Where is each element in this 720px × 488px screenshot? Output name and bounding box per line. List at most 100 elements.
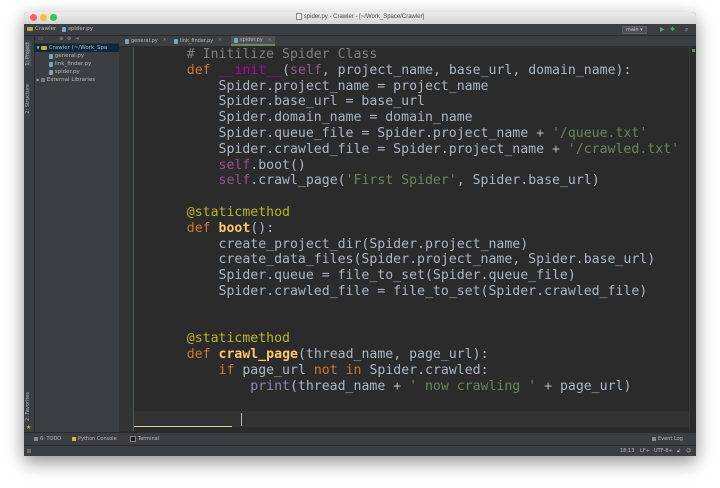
project-view-icon[interactable]: ▭ bbox=[38, 36, 43, 42]
project-panel: ▭ ⊕ ⚙ ⇥ ▼ Crawler (~/Work_Spa general.py… bbox=[35, 36, 120, 432]
tree-root[interactable]: ▼ Crawler (~/Work_Spa bbox=[35, 44, 119, 52]
code-editor[interactable]: # Initilize Spider Class def __init__(se… bbox=[134, 47, 696, 431]
indent-guide bbox=[134, 426, 232, 427]
code-line[interactable]: Spider.crawled_file = file_to_set(Spider… bbox=[155, 284, 679, 300]
code-line[interactable]: self.boot() bbox=[155, 158, 679, 174]
code-line[interactable]: Spider.queue = file_to_set(Spider.queue_… bbox=[155, 268, 679, 284]
lock-icon[interactable]: 🔓︎ bbox=[677, 448, 680, 454]
library-icon bbox=[41, 78, 45, 82]
window-title: spider.py - Crawler - [~/Work_Space/Craw… bbox=[303, 14, 425, 21]
code-line[interactable]: def crawl_page(thread_name, page_url): bbox=[155, 347, 679, 363]
event-log-button[interactable]: Event Log bbox=[652, 436, 683, 442]
file-icon bbox=[295, 13, 302, 20]
python-console-label: Python Console bbox=[78, 436, 117, 442]
event-log-icon bbox=[652, 437, 656, 441]
terminal-button[interactable]: Terminal bbox=[130, 436, 159, 442]
code-line[interactable]: @staticmethod bbox=[155, 205, 679, 221]
folder-icon bbox=[27, 27, 33, 31]
code-line[interactable]: create_project_dir(Spider.project_name) bbox=[155, 237, 679, 253]
editor-gutter[interactable] bbox=[119, 47, 134, 431]
search-icon[interactable]: ⌕ bbox=[685, 26, 688, 33]
close-icon[interactable]: ✕ bbox=[218, 36, 222, 46]
breadcrumb-project[interactable]: Crawler bbox=[27, 26, 56, 32]
bug-icon[interactable]: ✱ bbox=[670, 26, 675, 33]
code-line[interactable]: print(thread_name + ' now crawling ' + p… bbox=[155, 379, 679, 395]
code-line[interactable] bbox=[155, 300, 679, 316]
code-line[interactable]: Spider.domain_name = domain_name bbox=[155, 110, 679, 126]
sync-icon[interactable]: ⊕ bbox=[59, 36, 63, 42]
tree-external-libraries[interactable]: ▶ External Libraries bbox=[35, 76, 119, 84]
left-tool-strip: 1: Project 2: Structure 2: Favorites ★ bbox=[24, 36, 35, 432]
breadcrumb-project-label: Crawler bbox=[35, 26, 57, 32]
tool-windows-icon[interactable] bbox=[27, 449, 31, 453]
tree-file-general[interactable]: general.py bbox=[35, 52, 119, 60]
terminal-label: Terminal bbox=[138, 436, 160, 442]
star-icon: ★ bbox=[26, 424, 32, 431]
code-line[interactable]: Spider.project_name = project_name bbox=[155, 79, 679, 95]
breadcrumb-file-label: spider.py bbox=[68, 26, 94, 32]
bottom-tool-bar: 6: TODO Python Console Terminal Event Lo… bbox=[24, 432, 696, 446]
close-icon[interactable]: ✕ bbox=[268, 36, 272, 45]
tree-file-label: general.py bbox=[54, 53, 85, 59]
todo-icon bbox=[34, 437, 38, 441]
ok-status-icon bbox=[692, 49, 695, 52]
code-line[interactable]: self.crawl_page('First Spider', Spider.b… bbox=[155, 173, 679, 189]
code-line[interactable] bbox=[155, 395, 679, 411]
run-configuration-select[interactable]: main ▾ bbox=[622, 26, 647, 34]
inspector-icon[interactable]: ☺︎ bbox=[686, 448, 691, 454]
tree-external-label: External Libraries bbox=[46, 77, 96, 83]
tab-structure[interactable]: 2: Structure bbox=[25, 84, 31, 114]
editor-tabs: general.py ✕ link_finder.py ✕ spider.py … bbox=[119, 36, 696, 47]
text-caret bbox=[241, 413, 242, 426]
file-encoding[interactable]: UTF-8÷ bbox=[654, 448, 673, 454]
tab-project[interactable]: 1: Project bbox=[25, 42, 31, 66]
current-line-highlight bbox=[134, 411, 696, 427]
code-line[interactable]: def boot(): bbox=[155, 221, 679, 237]
tab-spider-py[interactable]: spider.py ✕ bbox=[231, 36, 275, 46]
code-line[interactable]: @staticmethod bbox=[155, 331, 679, 347]
run-config-label: main bbox=[626, 27, 639, 33]
collapse-icon[interactable]: ⇥ bbox=[75, 36, 79, 42]
tree-file-link-finder[interactable]: link_finder.py bbox=[35, 60, 119, 68]
tab-label: general.py bbox=[131, 38, 158, 44]
code-line[interactable]: Spider.base_url = base_url bbox=[155, 94, 679, 110]
project-toolbar: ▭ ⊕ ⚙ ⇥ bbox=[35, 36, 119, 44]
code-text[interactable]: # Initilize Spider Class def __init__(se… bbox=[155, 47, 679, 410]
python-file-icon bbox=[49, 69, 53, 75]
code-line[interactable]: Spider.crawled_file = Spider.project_nam… bbox=[155, 142, 680, 158]
tab-link-finder-py[interactable]: link_finder.py ✕ bbox=[171, 36, 225, 46]
error-stripe[interactable] bbox=[689, 47, 696, 431]
code-line[interactable]: # Initilize Spider Class bbox=[155, 47, 679, 63]
ide-window: spider.py - Crawler - [~/Work_Space/Craw… bbox=[24, 12, 696, 456]
todo-button[interactable]: 6: TODO bbox=[34, 436, 61, 442]
python-file-icon bbox=[62, 26, 66, 32]
code-line[interactable]: Spider.queue_file = Spider.project_name … bbox=[155, 126, 679, 142]
settings-icon[interactable]: ⚙ bbox=[67, 36, 71, 42]
tab-label: spider.py bbox=[240, 36, 263, 43]
tab-label: link_finder.py bbox=[180, 38, 214, 44]
line-separator[interactable]: LF÷ bbox=[640, 448, 650, 454]
caret-position[interactable]: 18:13 bbox=[620, 448, 634, 454]
code-line[interactable]: if page_url not in Spider.crawled: bbox=[155, 363, 679, 379]
python-file-icon bbox=[49, 61, 53, 67]
tree-root-label: Crawler (~/Work_Spa bbox=[48, 45, 108, 51]
breadcrumb-file[interactable]: spider.py bbox=[62, 26, 93, 32]
close-icon[interactable]: ✕ bbox=[163, 36, 167, 46]
tree-file-label: link_finder.py bbox=[54, 61, 92, 67]
python-file-icon bbox=[125, 38, 129, 44]
tab-general-py[interactable]: general.py ✕ bbox=[122, 36, 170, 46]
python-console-button[interactable]: Python Console bbox=[72, 436, 117, 442]
python-console-icon bbox=[72, 437, 76, 441]
python-file-icon bbox=[234, 37, 238, 43]
code-line[interactable]: create_data_files(Spider.project_name, S… bbox=[155, 252, 679, 268]
tree-file-label: spider.py bbox=[54, 69, 80, 75]
folder-icon bbox=[41, 46, 47, 50]
tree-file-spider[interactable]: spider.py bbox=[35, 68, 119, 76]
code-line[interactable]: def __init__(self, project_name, base_ur… bbox=[155, 63, 679, 79]
code-line[interactable] bbox=[155, 316, 679, 332]
code-line[interactable] bbox=[155, 189, 679, 205]
navigation-bar: Crawler spider.py main ▾ ▶ ✱ ⌕ bbox=[24, 24, 696, 36]
window-title-area: spider.py - Crawler - [~/Work_Space/Craw… bbox=[24, 13, 696, 20]
play-icon[interactable]: ▶ bbox=[660, 26, 665, 33]
tab-favorites[interactable]: 2: Favorites bbox=[25, 392, 31, 421]
